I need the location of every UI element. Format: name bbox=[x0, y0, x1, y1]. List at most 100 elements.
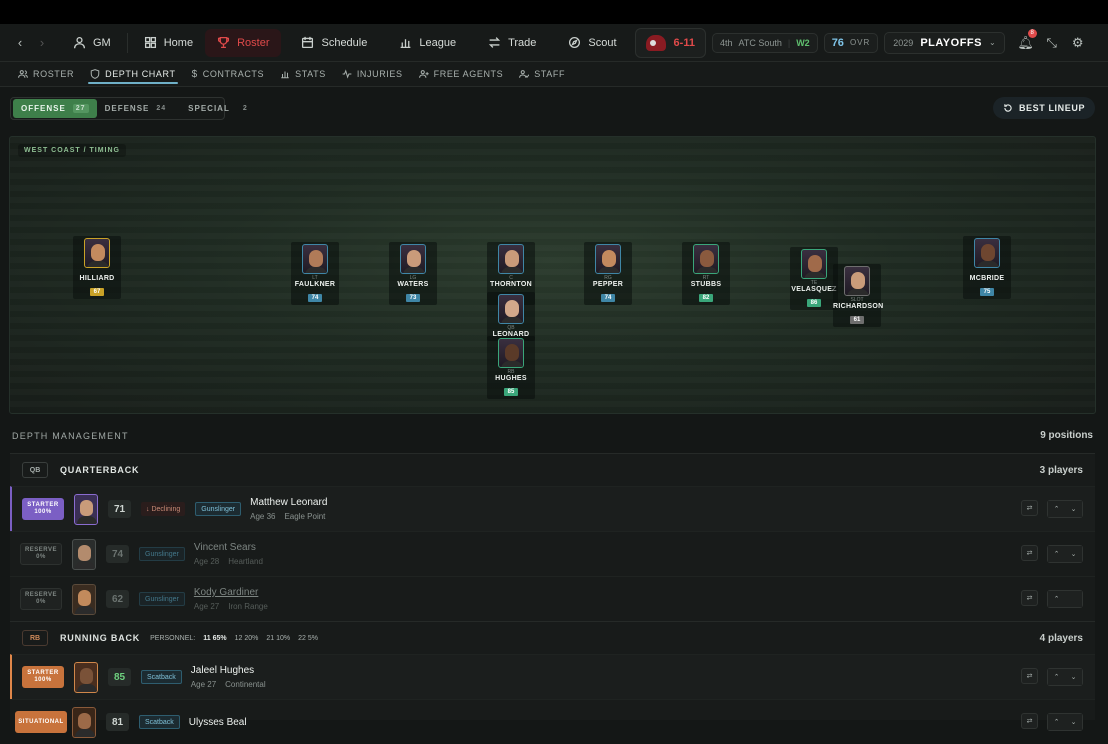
avatar[interactable] bbox=[72, 538, 96, 570]
swap-icon[interactable]: ⇄ bbox=[1021, 500, 1038, 516]
tab-free-agents[interactable]: FREE AGENTS bbox=[411, 62, 512, 87]
player-name[interactable]: Jaleel Hughes bbox=[191, 665, 266, 676]
player-portrait bbox=[498, 244, 524, 274]
formation-field: WEST COAST / TIMING HILLIARD 67 LT FAULKNER… bbox=[9, 136, 1096, 414]
avatar[interactable] bbox=[74, 661, 98, 693]
tab-stats[interactable]: STATS bbox=[272, 62, 334, 87]
move-up-icon[interactable]: ⌃ bbox=[1048, 501, 1065, 517]
window-top-strip bbox=[0, 0, 1108, 24]
archetype-badge: Scatback bbox=[139, 715, 180, 729]
move-down-icon[interactable]: ⌄ bbox=[1065, 546, 1082, 562]
player-rating: 85 bbox=[504, 388, 518, 396]
move-down-icon[interactable]: ⌄ bbox=[1065, 714, 1082, 730]
player-name[interactable]: Vincent Sears bbox=[194, 542, 263, 553]
player-card-hughes[interactable]: RB HUGHES 85 bbox=[487, 336, 535, 399]
role-name: STARTER bbox=[27, 670, 59, 676]
swap-icon[interactable]: ⇄ bbox=[1021, 713, 1038, 729]
role-name: RESERVE bbox=[24, 592, 58, 598]
swap-icon bbox=[488, 37, 501, 48]
best-lineup-button[interactable]: BEST LINEUP bbox=[993, 97, 1095, 119]
reorder-buttons: ⌃ ⌄ bbox=[1047, 545, 1083, 563]
table-row[interactable]: STARTER 100% 85 Scatback Jaleel Hughes Ag… bbox=[10, 654, 1095, 699]
player-card-mcbride[interactable]: MCBRIDE 75 bbox=[963, 236, 1011, 299]
role-badge[interactable]: RESERVE 0% bbox=[20, 543, 62, 565]
users-icon bbox=[18, 70, 28, 78]
role-badge[interactable]: SITUATIONAL bbox=[15, 711, 67, 733]
role-badge[interactable]: STARTER 100% bbox=[22, 498, 64, 520]
player-card-richardson[interactable]: SLOT RICHARDSON 61 bbox=[833, 264, 883, 327]
role-badge[interactable]: RESERVE 0% bbox=[20, 588, 62, 610]
move-down-icon[interactable] bbox=[1065, 591, 1082, 607]
role-share: 0% bbox=[36, 599, 46, 605]
tab-offense[interactable]: OFFENSE 27 bbox=[13, 99, 97, 118]
player-name[interactable]: Matthew Leonard bbox=[250, 497, 327, 508]
archetype-badge: Gunslinger bbox=[195, 502, 242, 516]
table-row[interactable]: STARTER 100% 71 ↓ Declining Gunslinger Ma… bbox=[10, 486, 1095, 531]
swap-icon[interactable]: ⇄ bbox=[1021, 668, 1038, 684]
player-age: Age 27 bbox=[193, 602, 220, 611]
player-card-hilliard[interactable]: HILLIARD 67 bbox=[73, 236, 121, 299]
avatar[interactable] bbox=[72, 706, 96, 738]
move-down-icon[interactable]: ⌄ bbox=[1065, 501, 1082, 517]
tab-injuries[interactable]: INJURIES bbox=[334, 62, 411, 87]
player-name: THORNTON bbox=[490, 281, 532, 288]
player-card-stubbs[interactable]: RT STUBBS 82 bbox=[682, 242, 730, 305]
tab-stats-label: STATS bbox=[295, 69, 326, 79]
archetype-badge: Scatback bbox=[141, 670, 182, 684]
notifications-button[interactable]: 🔔︎ 8 bbox=[1013, 28, 1039, 51]
collapse-icon: ⤡ bbox=[1046, 34, 1057, 50]
nav-league[interactable]: League bbox=[387, 29, 468, 57]
player-card-pepper[interactable]: RG PEPPER 74 bbox=[584, 242, 632, 305]
staff-icon bbox=[519, 70, 530, 78]
role-badge[interactable]: STARTER 100% bbox=[22, 666, 64, 688]
tab-defense[interactable]: DEFENSE 24 bbox=[97, 99, 175, 118]
player-age: Age 27 bbox=[190, 680, 217, 689]
tab-special[interactable]: SPECIAL 2 bbox=[180, 99, 256, 118]
move-down-icon[interactable]: ⌄ bbox=[1065, 669, 1082, 685]
unit-tabs: OFFENSE 27 DEFENSE 24 SPECIAL 2 bbox=[10, 97, 247, 120]
nav-scout[interactable]: Scout bbox=[556, 29, 628, 57]
nav-trade[interactable]: Trade bbox=[476, 29, 548, 57]
swap-icon[interactable]: ⇄ bbox=[1021, 590, 1038, 606]
table-row[interactable]: SITUATIONAL 81 Scatback Ulysses Beal ⇄ ⌃… bbox=[10, 699, 1095, 744]
player-rating: 75 bbox=[980, 288, 994, 296]
season-selector[interactable]: 2029 PLAYOFFS ⌄ bbox=[884, 31, 1005, 54]
player-info: Matthew Leonard Age 36 Eagle Point bbox=[250, 497, 327, 521]
avatar[interactable] bbox=[72, 583, 96, 615]
player-card-velasquez[interactable]: TE VELASQUEZ 86 bbox=[790, 247, 838, 310]
player-card-faulkner[interactable]: LT FAULKNER 74 bbox=[291, 242, 339, 305]
record-value: 6-11 bbox=[673, 36, 695, 49]
player-info: Kody Gardiner Age 27 Iron Range bbox=[194, 587, 268, 611]
move-up-icon[interactable]: ⌃ bbox=[1048, 669, 1065, 685]
tab-defense-label: DEFENSE bbox=[104, 104, 150, 113]
collapse-button[interactable]: ⤡ bbox=[1039, 35, 1065, 51]
nav-home[interactable]: Home bbox=[132, 29, 205, 57]
nav-schedule[interactable]: Schedule bbox=[289, 29, 379, 57]
team-record[interactable]: 6-11 bbox=[634, 27, 706, 58]
player-card-waters[interactable]: LG WATERS 73 bbox=[389, 242, 437, 305]
settings-button[interactable]: ⚙ bbox=[1065, 35, 1091, 51]
table-row[interactable]: RESERVE 0% 62 Gunslinger Kody Gardiner Ag… bbox=[10, 576, 1095, 621]
table-row[interactable]: RESERVE 0% 74 Gunslinger Vincent Sears Ag… bbox=[10, 531, 1095, 576]
forward-arrow-icon[interactable]: › bbox=[31, 35, 53, 50]
avatar[interactable] bbox=[74, 493, 98, 525]
tab-depth-chart[interactable]: DEPTH CHART bbox=[82, 62, 183, 87]
tab-depth-chart-label: DEPTH CHART bbox=[105, 69, 176, 79]
player-name[interactable]: Kody Gardiner bbox=[194, 587, 268, 598]
player-card-leonard[interactable]: QB LEONARD bbox=[487, 292, 535, 341]
player-name[interactable]: Ulysses Beal bbox=[189, 717, 247, 728]
chevron-down-icon: ⌄ bbox=[988, 38, 996, 47]
tab-roster[interactable]: ROSTER bbox=[10, 62, 82, 87]
player-name: HUGHES bbox=[495, 375, 527, 382]
move-up-icon[interactable]: ⌃ bbox=[1048, 591, 1065, 607]
move-up-icon[interactable]: ⌃ bbox=[1048, 714, 1065, 730]
move-up-icon[interactable]: ⌃ bbox=[1048, 546, 1065, 562]
section-running-back: RB RUNNING BACK PERSONNEL: 11 65% 12 20%… bbox=[10, 621, 1095, 738]
season-year: 2029 bbox=[893, 37, 914, 48]
gm-menu[interactable]: GM bbox=[61, 29, 123, 57]
swap-icon[interactable]: ⇄ bbox=[1021, 545, 1038, 561]
tab-contracts[interactable]: $ CONTRACTS bbox=[184, 62, 273, 87]
tab-staff[interactable]: STAFF bbox=[511, 62, 573, 87]
back-arrow-icon[interactable]: ‹ bbox=[9, 35, 31, 50]
nav-roster[interactable]: Roster bbox=[205, 28, 282, 57]
